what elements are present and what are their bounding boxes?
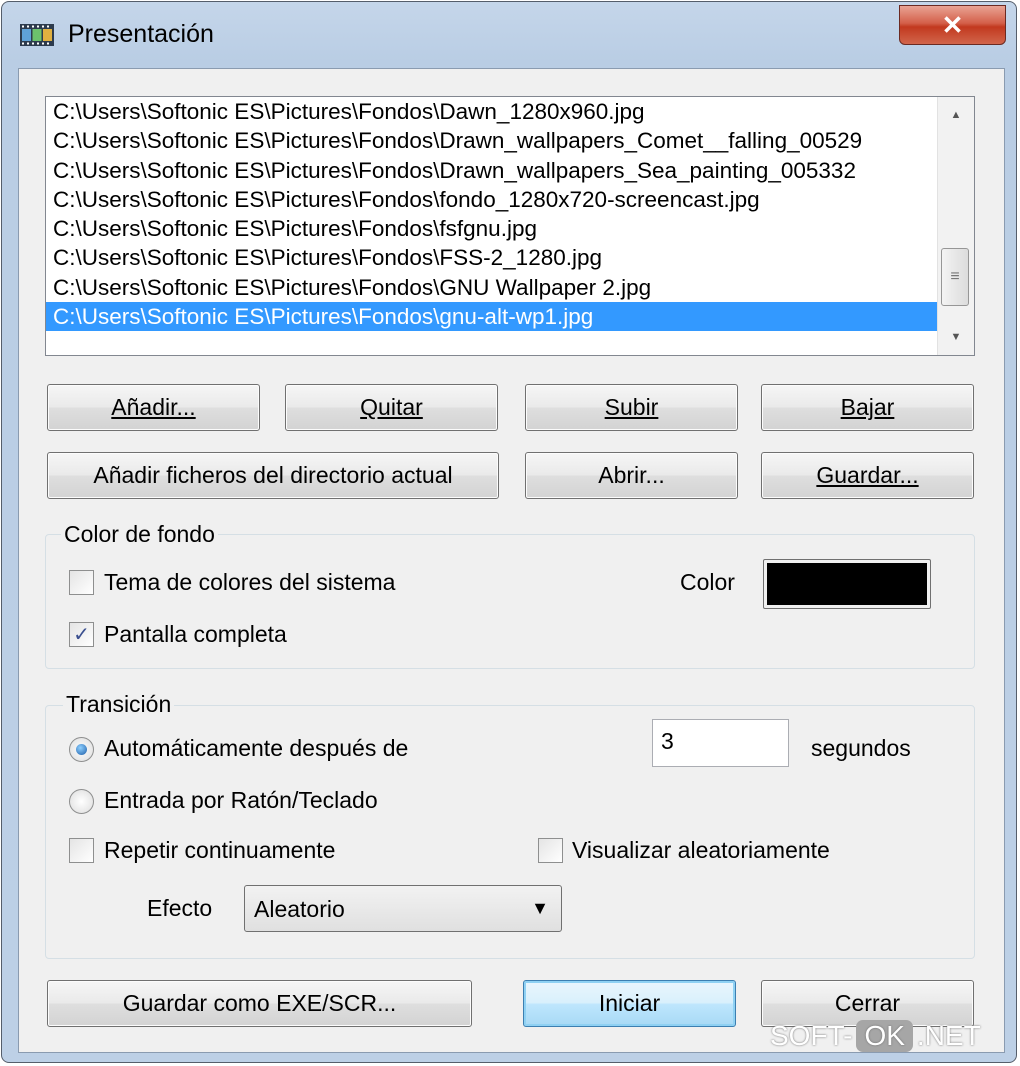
close-button-label: Cerrar	[834, 990, 901, 1016]
watermark-right: .NET	[916, 1020, 981, 1051]
remove-button[interactable]: Quitar	[285, 384, 498, 431]
dialog-client-area: C:\Users\Softonic ES\Pictures\Fondos\Daw…	[18, 68, 1005, 1053]
move-down-button-label: Bajar	[840, 394, 895, 420]
start-button[interactable]: Iniciar	[523, 980, 736, 1027]
watermark-ok: OK	[856, 1020, 913, 1052]
image-file-list[interactable]: C:\Users\Softonic ES\Pictures\Fondos\Daw…	[45, 96, 975, 356]
file-list-item[interactable]: C:\Users\Softonic ES\Pictures\Fondos\gnu…	[46, 302, 937, 332]
file-list-item[interactable]: C:\Users\Softonic ES\Pictures\Fondos\Dra…	[46, 156, 937, 185]
remove-button-label: Quitar	[360, 394, 423, 420]
color-swatch-fill	[767, 563, 927, 605]
file-list-items: C:\Users\Softonic ES\Pictures\Fondos\Daw…	[46, 97, 937, 332]
file-list-item[interactable]: C:\Users\Softonic ES\Pictures\Fondos\Dra…	[46, 126, 937, 155]
vertical-scrollbar[interactable]: ▲ ≡ ▼	[937, 97, 974, 355]
color-label: Color	[680, 569, 735, 595]
save-button-label: Guardar...	[816, 462, 919, 488]
seconds-label: segundos	[811, 735, 911, 761]
random-order-label: Visualizar aleatoriamente	[572, 837, 830, 863]
move-up-button-label: Subir	[604, 394, 659, 420]
repeat-checkbox[interactable]	[69, 838, 94, 863]
color-picker-button[interactable]	[763, 559, 931, 609]
add-directory-files-button[interactable]: Añadir ficheros del directorio actual	[47, 452, 499, 499]
close-icon: ✕	[941, 9, 964, 40]
dialog-window: Presentación ✕ C:\Users\Softonic ES\Pict…	[1, 1, 1017, 1063]
background-color-group-label: Color de fondo	[61, 521, 218, 548]
file-list-item[interactable]: C:\Users\Softonic ES\Pictures\Fondos\fsf…	[46, 214, 937, 243]
add-button[interactable]: Añadir...	[47, 384, 260, 431]
move-down-button[interactable]: Bajar	[761, 384, 974, 431]
slideshow-app-icon	[20, 24, 54, 46]
scroll-down-arrow-icon[interactable]: ▼	[938, 319, 974, 355]
transition-group-label: Transición	[63, 691, 175, 718]
file-list-item[interactable]: C:\Users\Softonic ES\Pictures\Fondos\Daw…	[46, 97, 937, 126]
save-as-exe-button[interactable]: Guardar como EXE/SCR...	[47, 980, 472, 1027]
close-window-button[interactable]: ✕	[899, 5, 1006, 45]
scroll-thumb[interactable]: ≡	[941, 248, 969, 306]
effect-label: Efecto	[147, 895, 213, 921]
effect-selected-value: Aleatorio	[254, 896, 345, 922]
watermark: SOFT- OK .NET	[770, 1020, 981, 1052]
watermark-left: SOFT-	[770, 1020, 853, 1051]
seconds-input[interactable]: 3	[652, 719, 789, 767]
scroll-up-arrow-icon[interactable]: ▲	[938, 97, 974, 133]
system-theme-label: Tema de colores del sistema	[104, 569, 396, 595]
radio-selected-dot-icon	[76, 744, 87, 755]
manual-advance-label: Entrada por Ratón/Teclado	[104, 787, 378, 813]
save-as-exe-label: Guardar como EXE/SCR...	[122, 990, 397, 1016]
add-button-label: Añadir...	[111, 394, 196, 420]
manual-advance-radio[interactable]	[69, 789, 94, 814]
fullscreen-label: Pantalla completa	[104, 621, 287, 647]
fullscreen-checkbox[interactable]: ✓	[69, 622, 94, 647]
window-title: Presentación	[68, 20, 214, 48]
auto-advance-radio[interactable]	[69, 737, 94, 762]
save-button[interactable]: Guardar...	[761, 452, 974, 499]
start-button-label: Iniciar	[598, 990, 661, 1016]
dropdown-arrow-icon: ▼	[531, 898, 549, 918]
open-button[interactable]: Abrir...	[525, 452, 738, 499]
file-list-item[interactable]: C:\Users\Softonic ES\Pictures\Fondos\FSS…	[46, 243, 937, 272]
move-up-button[interactable]: Subir	[525, 384, 738, 431]
auto-advance-label: Automáticamente después de	[104, 735, 409, 761]
random-order-checkbox[interactable]	[538, 838, 563, 863]
open-button-label: Abrir...	[598, 462, 665, 488]
repeat-label: Repetir continuamente	[104, 837, 336, 863]
add-directory-files-label: Añadir ficheros del directorio actual	[93, 462, 453, 488]
effect-dropdown[interactable]: Aleatorio ▼	[244, 885, 562, 932]
file-list-item[interactable]: C:\Users\Softonic ES\Pictures\Fondos\fon…	[46, 185, 937, 214]
checkmark-icon: ✓	[73, 624, 90, 646]
file-list-item[interactable]: C:\Users\Softonic ES\Pictures\Fondos\GNU…	[46, 273, 937, 302]
system-theme-checkbox[interactable]	[69, 570, 94, 595]
